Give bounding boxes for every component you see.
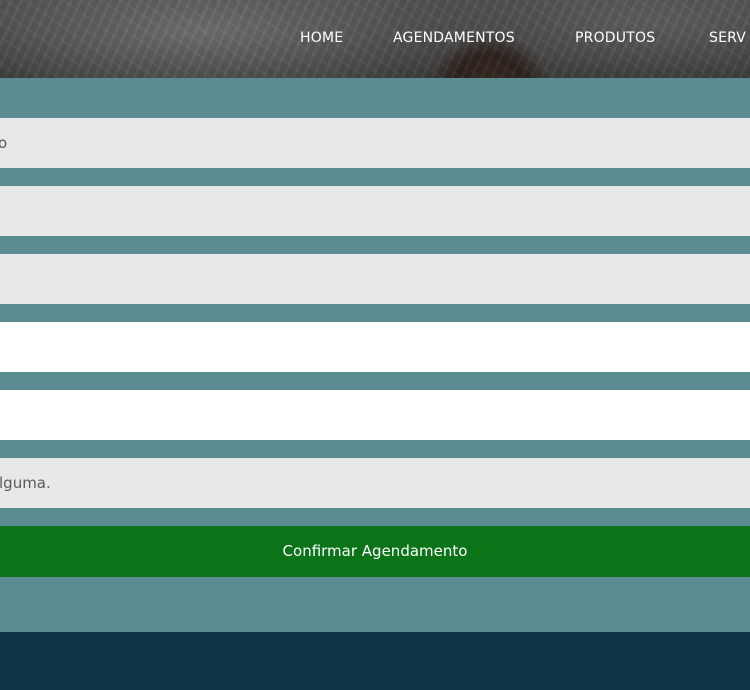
form-field-4[interactable] [0, 322, 750, 372]
form-field-1[interactable]: o [0, 118, 750, 168]
confirm-booking-button[interactable]: Confirmar Agendamento [0, 526, 750, 577]
footer [0, 632, 750, 690]
form-field-5[interactable] [0, 390, 750, 440]
nav-item-agendamentos[interactable]: AGENDAMENTOS [393, 30, 515, 46]
header-banner: HOME AGENDAMENTOS PRODUTOS SERV [0, 0, 750, 78]
form-field-2[interactable] [0, 186, 750, 236]
form-field-3[interactable] [0, 254, 750, 304]
main-nav: HOME AGENDAMENTOS PRODUTOS SERV [0, 30, 750, 50]
field-1-text: o [0, 134, 8, 152]
nav-item-home[interactable]: HOME [300, 30, 343, 46]
nav-item-produtos[interactable]: PRODUTOS [575, 30, 655, 46]
field-6-text: lguma. [0, 474, 51, 492]
form-field-6[interactable]: lguma. [0, 458, 750, 508]
nav-item-servicos[interactable]: SERV [709, 30, 746, 46]
